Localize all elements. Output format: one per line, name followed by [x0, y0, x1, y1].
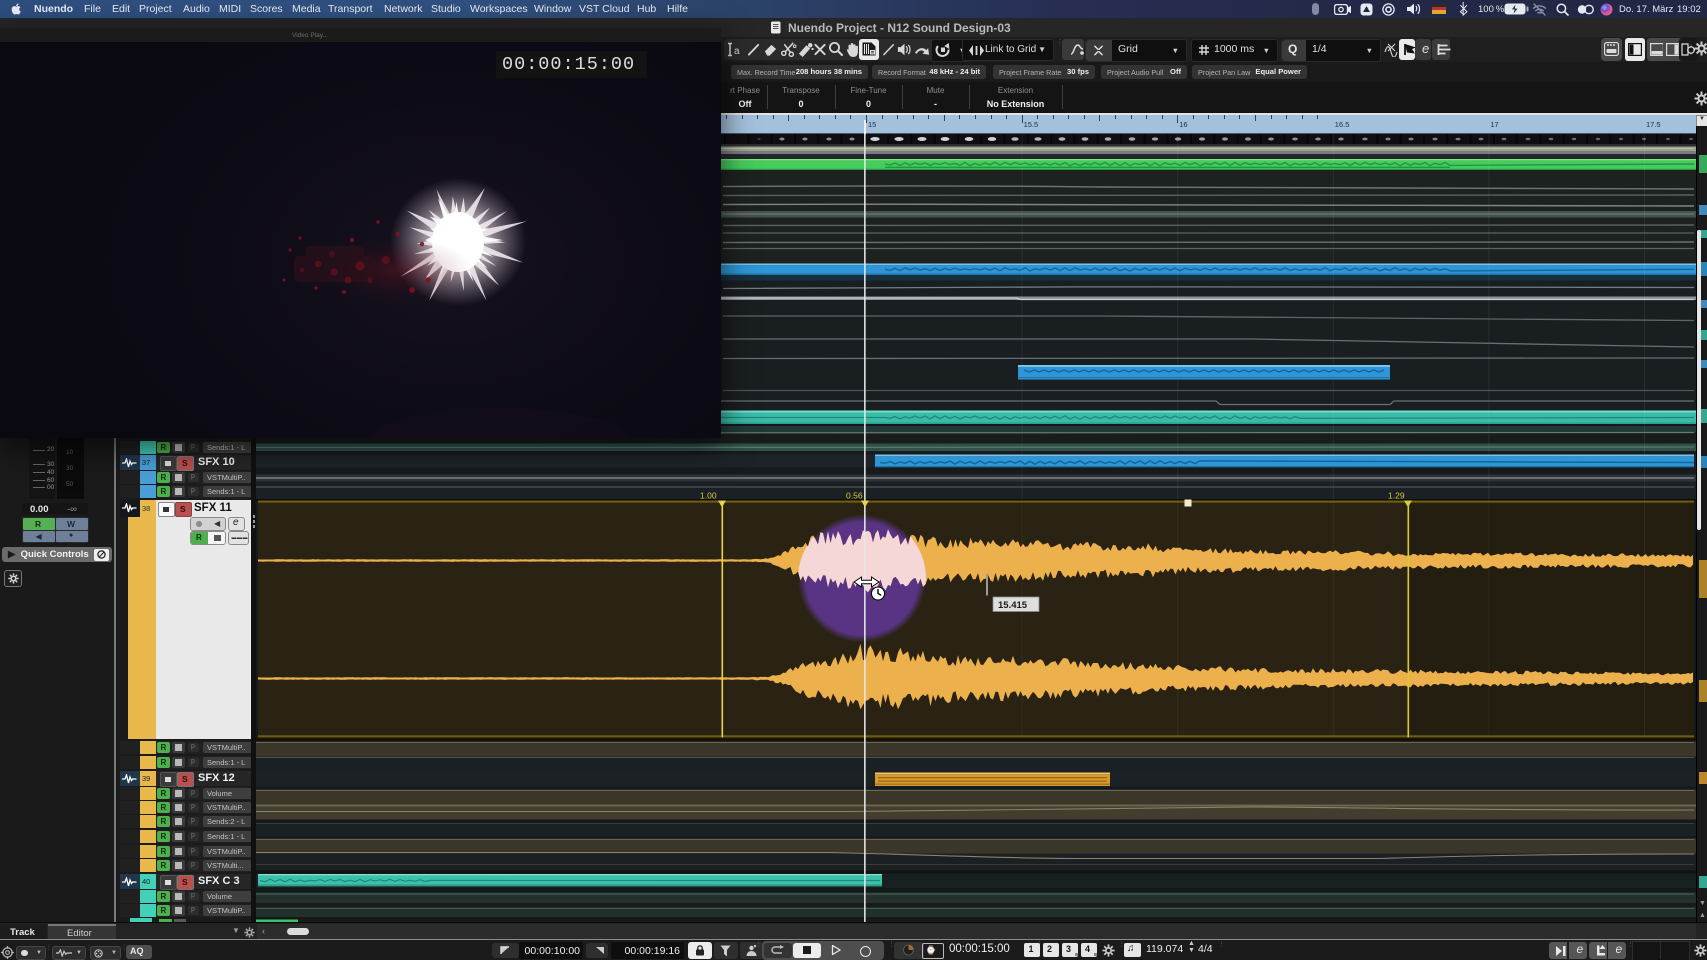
svg-text:15.415: 15.415: [998, 600, 1028, 611]
svg-text:1.29: 1.29: [1388, 490, 1405, 500]
svg-text:1.00: 1.00: [700, 490, 717, 500]
svg-text:a: a: [734, 46, 740, 57]
svg-text:0.56: 0.56: [846, 490, 863, 500]
